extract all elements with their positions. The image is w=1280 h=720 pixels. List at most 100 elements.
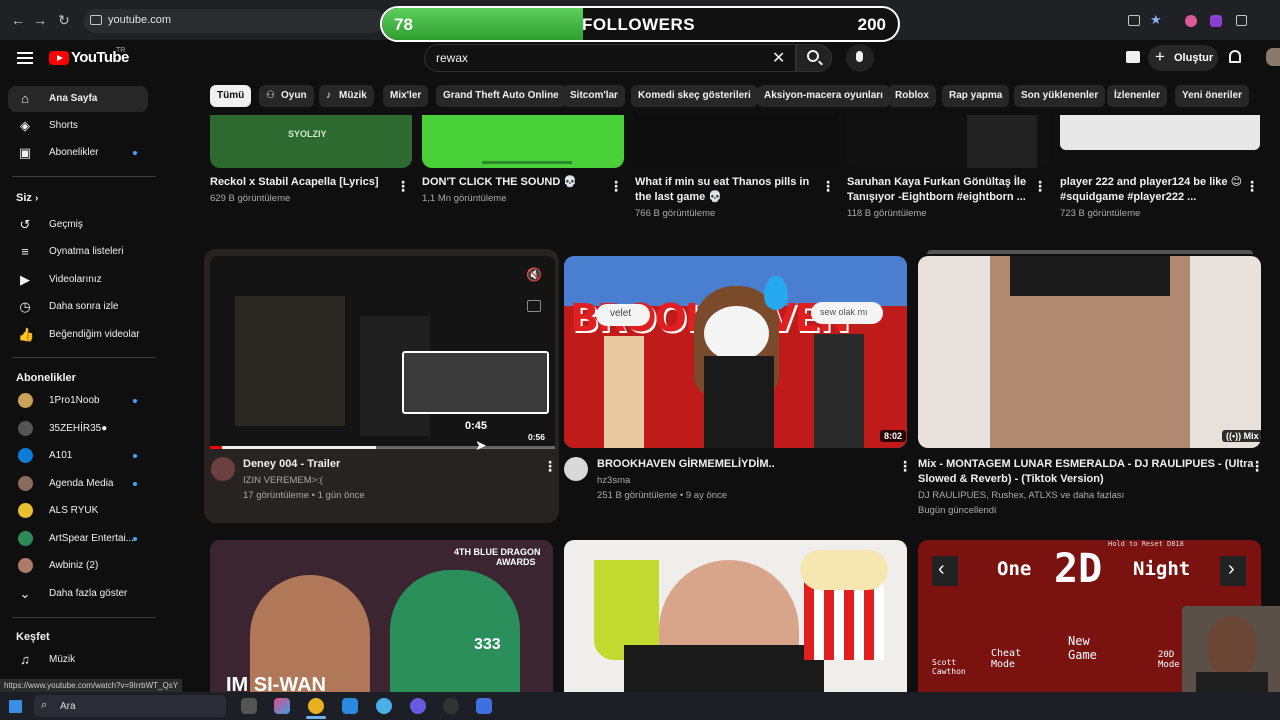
video-thumbnail[interactable]: SYOLZIY — [210, 115, 412, 168]
video-thumbnail[interactable]: 4TH BLUE DRAGON AWARDS 333 IM SI-WAN — [210, 540, 553, 692]
more-options-icon[interactable]: ⋮ — [1033, 179, 1047, 193]
video-title-line2[interactable]: Tanışıyor -Eightborn #eightborn ... — [847, 190, 1026, 205]
more-options-icon[interactable]: ⋮ — [898, 459, 912, 473]
channel-name[interactable]: hz3sma — [597, 473, 630, 488]
channel-avatar[interactable] — [211, 457, 235, 481]
more-options-icon[interactable]: ⋮ — [1250, 459, 1264, 473]
more-options-icon[interactable]: ⋮ — [543, 459, 557, 473]
chrome-icon[interactable] — [308, 698, 324, 714]
chip-sitcoms[interactable]: Sitcom'lar — [563, 85, 625, 107]
sidebar-item-subscriptions[interactable]: ▣ Abonelikler — [8, 140, 148, 166]
sidebar-item-music[interactable]: ♫ Müzik — [8, 647, 148, 673]
sidebar-item-liked-videos[interactable]: 👍 Beğendiğim videolar — [8, 322, 148, 348]
puzzle-icon[interactable] — [1236, 15, 1247, 26]
arrow-right-icon[interactable]: → — [32, 12, 48, 28]
video-preview-player[interactable] — [210, 256, 555, 448]
extension-icon[interactable] — [1185, 15, 1197, 27]
more-options-icon[interactable]: ⋮ — [1245, 179, 1259, 193]
more-options-icon[interactable]: ⋮ — [609, 179, 623, 193]
video-title[interactable]: BROOKHAVEN GİRMEMELİYDİM.. — [597, 457, 775, 472]
progress-track[interactable] — [210, 446, 555, 449]
sidebar-channel[interactable]: A101 — [8, 443, 148, 469]
sidebar-item-history[interactable]: ↺ Geçmiş — [8, 212, 148, 238]
video-title-line2[interactable]: the last game 💀 — [635, 190, 722, 205]
chip-new-to-you[interactable]: Yeni öneriler — [1175, 85, 1250, 107]
avatar[interactable] — [1266, 48, 1280, 66]
chip-action-adventure[interactable]: Aksiyon-macera oyunları — [757, 85, 890, 107]
channel-name[interactable]: IZIN VEREMEM>:( — [243, 473, 323, 488]
mute-icon[interactable]: 🔇 — [526, 267, 542, 283]
sidebar-item-watch-later[interactable]: ◷ Daha sonra izle — [8, 294, 148, 320]
menu-icon[interactable] — [17, 52, 33, 64]
chip-watched[interactable]: İzlenenler — [1107, 85, 1168, 107]
chip-gta[interactable]: Grand Theft Auto Online — [436, 85, 566, 107]
video-title[interactable]: Reckol x Stabil Acapella [Lyrics] — [210, 175, 379, 190]
search-value[interactable]: rewax — [436, 51, 468, 65]
chip-rap[interactable]: Rap yapma — [942, 85, 1010, 107]
create-label[interactable]: Oluştur — [1174, 52, 1213, 64]
video-title[interactable]: Deney 004 - Trailer — [243, 457, 340, 472]
captions-icon[interactable] — [527, 300, 541, 312]
search-input[interactable] — [424, 44, 796, 72]
chip-sketch-comedy[interactable]: Komedi skeç gösterileri — [631, 85, 758, 107]
reload-icon[interactable]: ↻ — [56, 12, 72, 28]
video-title[interactable]: What if min su eat Thanos pills in — [635, 175, 809, 190]
video-thumbnail[interactable] — [564, 540, 907, 692]
sidebar-channel[interactable]: ALS RYUK — [8, 498, 148, 524]
bookmark-star-icon[interactable]: ★ — [1150, 13, 1164, 27]
cast-icon[interactable] — [1128, 15, 1140, 26]
app-icon[interactable] — [376, 698, 392, 714]
app-icon[interactable] — [476, 698, 492, 714]
video-thumbnail[interactable] — [635, 115, 837, 168]
video-title[interactable]: player 222 and player124 be like 😊 — [1060, 175, 1242, 190]
site-settings-icon[interactable] — [90, 15, 102, 25]
sidebar-channel[interactable]: Awbiniz (2) — [8, 553, 148, 579]
arrow-left-icon[interactable]: ← — [10, 12, 26, 28]
url-text[interactable]: youtube.com — [108, 14, 171, 26]
chip-mixes[interactable]: Mix'ler — [383, 85, 429, 107]
sidebar-channel[interactable]: 35ZEHİR35● — [8, 416, 148, 442]
youtube-logo-icon[interactable] — [49, 51, 69, 65]
video-title-line2[interactable]: #squidgame #player222 ... — [1060, 190, 1196, 205]
extension-icon[interactable] — [1210, 15, 1222, 27]
video-thumbnail[interactable] — [847, 115, 1049, 168]
microphone-icon[interactable] — [856, 51, 863, 62]
more-options-icon[interactable]: ⋮ — [821, 179, 835, 193]
video-title[interactable]: Saruhan Kaya Furkan Gönültaş İle — [847, 175, 1026, 190]
sidebar-channel[interactable]: 1Pro1Noob — [8, 388, 148, 414]
duration-badge: 8:02 — [880, 430, 907, 442]
camera-icon[interactable] — [1126, 51, 1140, 63]
video-title[interactable]: Mix - MONTAGEM LUNAR ESMERALDA - DJ RAUL… — [918, 457, 1254, 472]
obs-icon[interactable] — [443, 698, 459, 714]
video-title-line2[interactable]: Slowed & Reverb) - (Tiktok Version) — [918, 472, 1104, 487]
video-thumbnail[interactable] — [1060, 115, 1260, 150]
video-title[interactable]: DON'T CLICK THE SOUND 💀 — [422, 175, 577, 190]
bell-icon[interactable] — [1229, 50, 1241, 63]
chip-all[interactable]: Tümü — [210, 85, 252, 107]
discord-icon[interactable] — [410, 698, 426, 714]
task-view-icon[interactable] — [241, 698, 257, 714]
copilot-icon[interactable] — [274, 698, 290, 714]
channel-name[interactable]: DJ RAULIPUES, Rushex, ATLXS ve daha fazl… — [918, 488, 1124, 503]
channel-avatar[interactable] — [564, 457, 588, 481]
taskbar-search-placeholder[interactable]: Ara — [60, 701, 76, 712]
sidebar-item-playlists[interactable]: ≡ Oynatma listeleri — [8, 239, 148, 265]
sidebar-item-home[interactable]: ⌂ Ana Sayfa — [8, 86, 148, 112]
sidebar-item-shorts[interactable]: ◈ Shorts — [8, 113, 148, 139]
windows-start-icon[interactable] — [9, 700, 22, 713]
sidebar-channel[interactable]: ArtSpear Entertai... — [8, 526, 148, 552]
sidebar-you-heading[interactable]: Siz › — [16, 192, 38, 204]
video-thumbnail[interactable] — [918, 256, 1261, 448]
search-icon[interactable] — [807, 50, 819, 62]
chip-roblox[interactable]: Roblox — [888, 85, 936, 107]
video-thumbnail[interactable] — [422, 115, 624, 168]
sidebar-show-more[interactable]: ⌄ Daha fazla göster — [8, 581, 148, 607]
sidebar-channel[interactable]: Agenda Media — [8, 471, 148, 497]
plus-icon[interactable]: + — [1155, 47, 1165, 67]
store-icon[interactable] — [342, 698, 358, 714]
chip-recently-uploaded[interactable]: Son yüklenenler — [1014, 85, 1106, 107]
sidebar-item-your-videos[interactable]: ▶ Videolarınız — [8, 267, 148, 293]
close-icon[interactable]: ✕ — [772, 48, 785, 68]
video-thumbnail[interactable]: BROOKHAVEN velet sew olak mı — [564, 256, 907, 448]
more-options-icon[interactable]: ⋮ — [396, 179, 410, 193]
